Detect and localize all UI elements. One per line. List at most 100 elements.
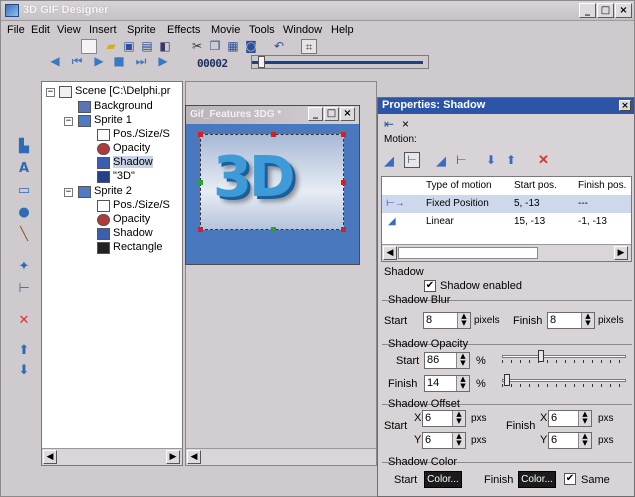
- menu-movie[interactable]: Movie: [211, 24, 240, 36]
- start-color-button[interactable]: Color...: [424, 471, 462, 488]
- close-button[interactable]: ×: [615, 3, 632, 18]
- motion-tool-icon[interactable]: ⊢: [15, 281, 33, 297]
- scroll-right-icon[interactable]: ▶: [166, 450, 180, 464]
- scene-tree[interactable]: − Scene [C:\Delphi.pr Background − Sprit…: [41, 81, 183, 466]
- spin-arrows-icon[interactable]: ▲ ▼: [578, 433, 591, 448]
- pin-icon[interactable]: ⇤: [384, 117, 394, 131]
- rewind-icon[interactable]: ◀: [47, 54, 63, 69]
- table-row[interactable]: ⊢→ Fixed Position 5, -13 ---: [382, 195, 631, 213]
- motion-list-scrollbar[interactable]: ◀ ▶: [382, 244, 631, 261]
- spin-arrows-icon[interactable]: ▲ ▼: [578, 411, 591, 426]
- save-all-icon[interactable]: ▤: [139, 39, 155, 54]
- scene-tool-icon[interactable]: ▙: [15, 139, 33, 155]
- gif-canvas[interactable]: 3D: [198, 132, 346, 232]
- move-up-icon[interactable]: ⬆: [15, 343, 33, 359]
- offset-finish-x-spinner[interactable]: 6 ▲ ▼: [548, 410, 592, 427]
- move-down-icon[interactable]: ⬇: [15, 363, 33, 379]
- delete-motion-icon[interactable]: ✕: [538, 152, 549, 168]
- scene-expander[interactable]: −: [46, 88, 55, 97]
- menu-view[interactable]: View: [57, 24, 81, 36]
- cut-icon[interactable]: ✂: [189, 39, 205, 54]
- scroll-right-icon[interactable]: ▶: [614, 246, 628, 260]
- copy-icon[interactable]: ❐: [207, 39, 223, 54]
- menu-help[interactable]: Help: [331, 24, 354, 36]
- resize-handle[interactable]: [341, 227, 346, 232]
- same-color-checkbox[interactable]: ✔: [564, 473, 576, 485]
- doc-close-button[interactable]: ×: [340, 107, 355, 121]
- delete-tool-icon[interactable]: ✕: [15, 313, 33, 329]
- menu-effects[interactable]: Effects: [167, 24, 200, 36]
- new-icon[interactable]: [81, 39, 97, 54]
- opacity-finish-slider[interactable]: [502, 374, 626, 388]
- resize-handle[interactable]: [341, 180, 346, 185]
- move-down-icon[interactable]: ⬇: [486, 153, 496, 167]
- column-header-start[interactable]: Start pos.: [514, 180, 557, 191]
- shadow-enabled-checkbox[interactable]: ✔: [424, 280, 436, 292]
- finish-color-button[interactable]: Color...: [518, 471, 556, 488]
- scroll-left-icon[interactable]: ◀: [383, 246, 397, 260]
- resize-handle[interactable]: [198, 180, 203, 185]
- tree-horizontal-scrollbar[interactable]: ◀ ▶: [42, 448, 182, 465]
- maximize-button[interactable]: □: [597, 3, 614, 18]
- forward-icon[interactable]: ▶: [155, 54, 171, 69]
- scroll-thumb[interactable]: [398, 247, 538, 259]
- document-window[interactable]: Gif_Features 3DG * _ □ × 3D: [185, 105, 360, 265]
- sprite2-expander[interactable]: −: [64, 188, 73, 197]
- spin-arrows-icon[interactable]: ▲ ▼: [581, 313, 594, 328]
- timeline-knob[interactable]: [258, 56, 265, 68]
- title-bar[interactable]: 3D GIF Designer _ □ ×: [1, 1, 634, 21]
- column-header-finish[interactable]: Finish pos.: [578, 180, 626, 191]
- close-icon[interactable]: ×: [402, 117, 409, 131]
- menu-window[interactable]: Window: [283, 24, 322, 36]
- spin-arrows-icon[interactable]: ▲ ▼: [456, 376, 469, 391]
- stop-icon[interactable]: ■: [111, 54, 127, 69]
- offset-start-y-spinner[interactable]: 6 ▲ ▼: [422, 432, 466, 449]
- spin-arrows-icon[interactable]: ▲ ▼: [456, 353, 469, 368]
- resize-handle[interactable]: [341, 132, 346, 137]
- doc-minimize-button[interactable]: _: [308, 107, 323, 121]
- add-motion-icon[interactable]: ◢: [384, 153, 394, 169]
- paste-icon[interactable]: ▦: [225, 39, 241, 54]
- table-row[interactable]: ◢ Linear 15, -13 -1, -13: [382, 213, 631, 231]
- line-tool-icon[interactable]: ╲: [15, 227, 33, 243]
- opacity-start-slider[interactable]: [502, 350, 626, 364]
- resize-handle[interactable]: [198, 227, 203, 232]
- spin-arrows-icon[interactable]: ▲ ▼: [452, 433, 465, 448]
- text-tool-icon[interactable]: A: [15, 161, 33, 177]
- resize-handle[interactable]: [271, 227, 276, 232]
- timeline-slider[interactable]: [251, 55, 429, 69]
- doc-maximize-button[interactable]: □: [324, 107, 339, 121]
- document-title-bar[interactable]: Gif_Features 3DG * _ □ ×: [186, 106, 359, 124]
- blur-start-spinner[interactable]: 8 ▲ ▼: [423, 312, 471, 329]
- last-frame-icon[interactable]: ⏭: [133, 54, 149, 69]
- opacity-finish-spinner[interactable]: 14 ▲ ▼: [424, 375, 470, 392]
- menu-file[interactable]: File: [7, 24, 25, 36]
- offset-finish-y-spinner[interactable]: 6 ▲ ▼: [548, 432, 592, 449]
- spin-arrows-icon[interactable]: ▲ ▼: [457, 313, 470, 328]
- open-icon[interactable]: ▰: [103, 39, 119, 54]
- export-icon[interactable]: ◧: [157, 39, 173, 54]
- menu-sprite[interactable]: Sprite: [127, 24, 156, 36]
- resize-handle[interactable]: [198, 132, 203, 137]
- fixed-motion-icon[interactable]: ⊢: [404, 152, 420, 168]
- resize-handle[interactable]: [271, 132, 276, 137]
- menu-insert[interactable]: Insert: [89, 24, 117, 36]
- properties-title-bar[interactable]: Properties: Shadow ×: [378, 98, 634, 114]
- column-header-type[interactable]: Type of motion: [426, 180, 492, 191]
- play-icon[interactable]: ▶: [91, 54, 107, 69]
- offset-start-x-spinner[interactable]: 6 ▲ ▼: [422, 410, 466, 427]
- save-icon[interactable]: ▣: [121, 39, 137, 54]
- blur-finish-spinner[interactable]: 8 ▲ ▼: [547, 312, 595, 329]
- image-tool-icon[interactable]: ▭: [15, 183, 33, 199]
- grid-icon[interactable]: ⌗: [301, 39, 317, 54]
- shape-tool-icon[interactable]: ●: [15, 205, 33, 221]
- path-motion-icon[interactable]: ⊢: [456, 153, 466, 167]
- menu-edit[interactable]: Edit: [31, 24, 50, 36]
- delete-icon[interactable]: ◙: [243, 39, 259, 54]
- sprite1-expander[interactable]: −: [64, 117, 73, 126]
- scroll-left-icon[interactable]: ◀: [43, 450, 57, 464]
- scroll-left-icon[interactable]: ◀: [187, 450, 201, 464]
- opacity-start-spinner[interactable]: 86 ▲ ▼: [424, 352, 470, 369]
- properties-close-button[interactable]: ×: [619, 100, 631, 111]
- menu-tools[interactable]: Tools: [249, 24, 275, 36]
